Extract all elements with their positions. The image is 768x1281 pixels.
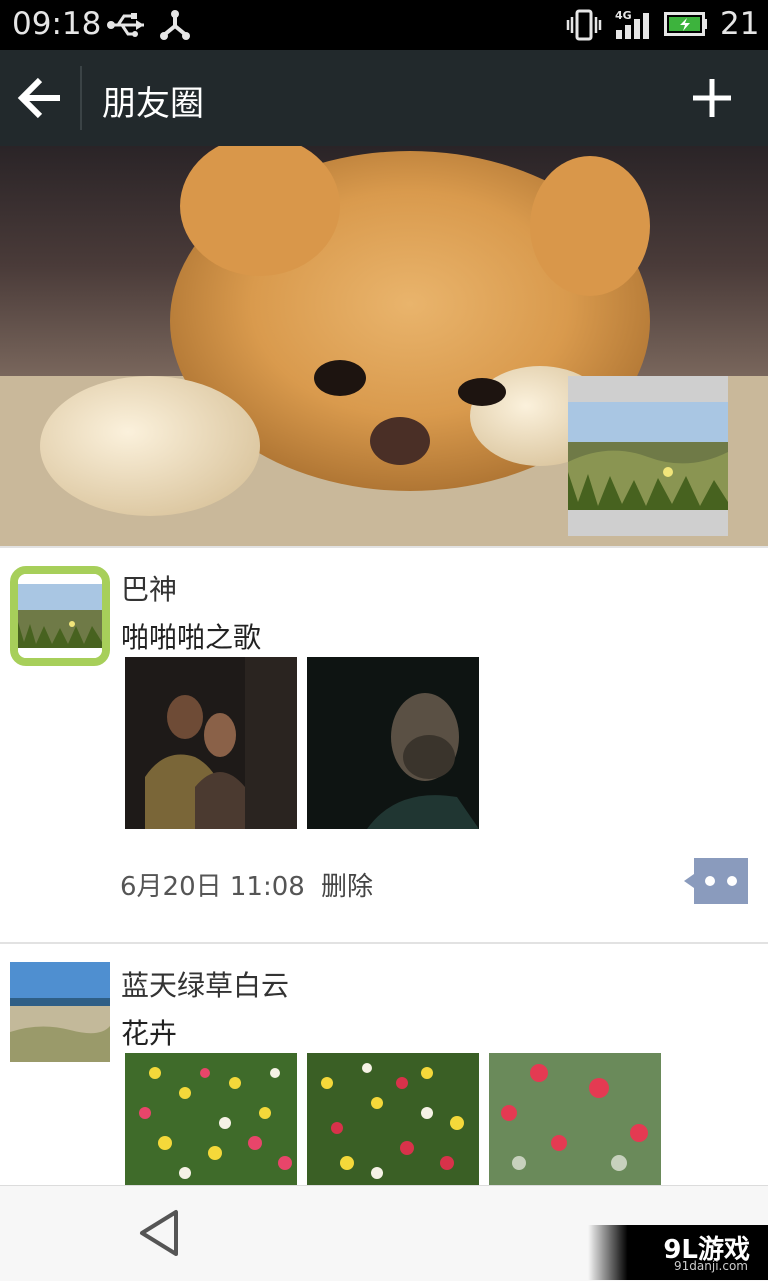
comment-button[interactable]	[682, 858, 750, 906]
post-author-name[interactable]: 巴神	[121, 568, 177, 608]
nav-back-button[interactable]	[136, 1208, 184, 1258]
delete-link[interactable]: 删除	[321, 866, 373, 903]
battery-level: 21	[720, 6, 760, 42]
page-title: 朋友圈	[102, 84, 204, 124]
post-avatar[interactable]	[10, 962, 110, 1062]
status-time: 09:18	[12, 6, 102, 42]
post-image[interactable]	[307, 1053, 479, 1185]
post-author-name[interactable]: 蓝天绿草白云	[121, 964, 289, 1004]
triangle-back-icon	[140, 1210, 178, 1256]
watermark: 9L游戏 91danji.com	[588, 1225, 768, 1280]
post-time: 6月20日 11:08	[120, 872, 305, 902]
watermark-url: 91danji.com	[674, 1259, 748, 1273]
share-icon	[158, 8, 192, 46]
post-text: 花卉	[121, 1017, 178, 1050]
beach-avatar-image	[10, 962, 110, 1062]
status-bar: 09:18 4G 21	[0, 0, 768, 50]
plus-icon	[693, 79, 731, 117]
landscape-avatar-image	[568, 402, 728, 510]
dark-scene-image	[307, 657, 479, 829]
flowers-image	[307, 1053, 479, 1185]
action-bar: 朋友圈	[0, 50, 768, 146]
flowers-image	[489, 1053, 661, 1185]
back-button[interactable]	[14, 74, 66, 122]
network-label: 4G	[615, 9, 632, 22]
flowers-image	[125, 1053, 297, 1185]
cover-divider	[0, 546, 768, 548]
landscape-avatar-image	[18, 574, 102, 658]
post-divider	[0, 942, 768, 944]
dark-scene-image	[125, 657, 297, 829]
action-divider	[80, 66, 82, 130]
arrow-left-icon	[17, 77, 60, 119]
battery-charging-icon	[664, 10, 708, 42]
add-post-button[interactable]	[690, 76, 734, 120]
post-image[interactable]	[489, 1053, 661, 1185]
post-avatar[interactable]	[10, 566, 110, 666]
usb-icon	[106, 10, 148, 44]
my-avatar[interactable]	[568, 376, 728, 536]
vibrate-icon	[566, 8, 602, 46]
comment-icon	[684, 858, 748, 904]
signal-icon: 4G	[612, 8, 654, 46]
post-image[interactable]	[125, 1053, 297, 1185]
post-image[interactable]	[307, 657, 479, 829]
post-image[interactable]	[125, 657, 297, 829]
post-text: 啪啪啪之歌	[121, 621, 262, 654]
